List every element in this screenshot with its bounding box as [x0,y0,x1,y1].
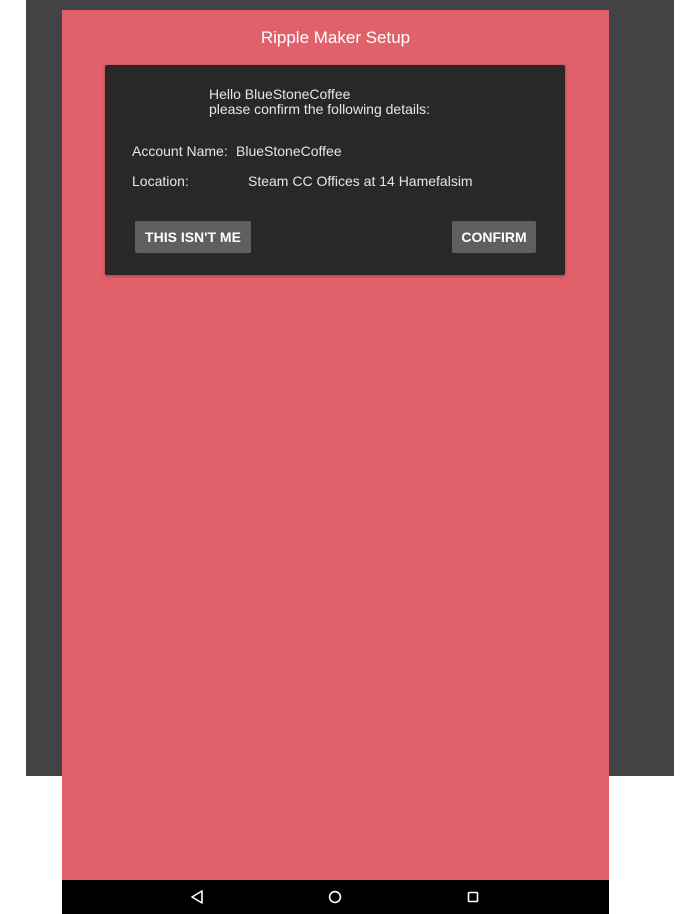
recents-icon [467,891,479,903]
system-navigation-bar [62,880,609,914]
location-value: Steam CC Offices at 14 Hamefalsim [248,173,473,189]
greeting-text: Hello BlueStoneCoffee please confirm the… [209,87,430,117]
nav-recents-button[interactable] [453,880,493,914]
home-icon [328,890,342,904]
app-title: Ripple Maker Setup [260,28,411,47]
account-name-value: BlueStoneCoffee [236,143,342,159]
greeting-line-2: please confirm the following details: [209,101,431,117]
location-label: Location: [132,173,189,189]
confirm-details-dialog: Hello BlueStoneCoffee please confirm the… [105,65,565,275]
location-row: Location: Steam CC Offices at 14 Hamefal… [132,172,473,190]
account-name-label: Account Name: [132,143,228,159]
nav-home-button[interactable] [315,880,355,914]
back-icon [191,890,203,904]
this-isnt-me-button[interactable]: THIS ISN'T ME [135,221,251,253]
confirm-button[interactable]: CONFIRM [452,221,536,253]
nav-back-button[interactable] [177,880,217,914]
app-screen: Ripple Maker Setup Hello BlueStoneCoffee… [62,10,609,880]
greeting-line-1: Hello BlueStoneCoffee [209,86,351,102]
account-name-row: Account Name: BlueStoneCoffee [132,142,342,160]
